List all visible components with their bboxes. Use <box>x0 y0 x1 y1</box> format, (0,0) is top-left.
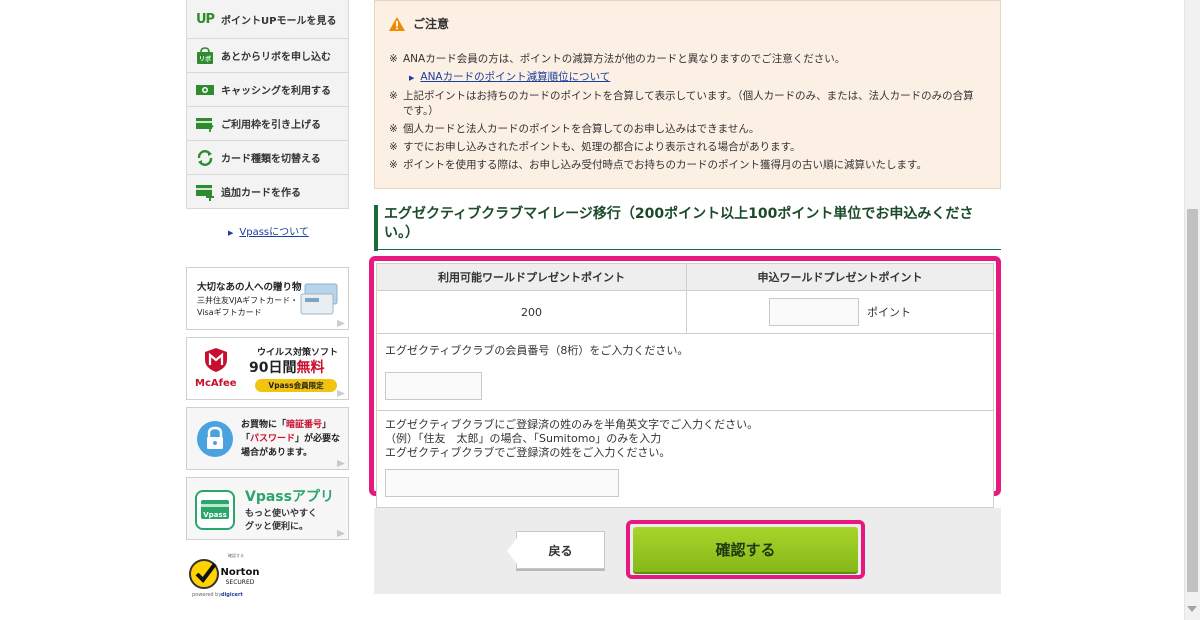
banner-corner-icon <box>337 530 345 537</box>
sidebar-item-label: 追加カードを作る <box>221 188 301 199</box>
surname-label-2: （例）「住友 太郎」の場合、「Sumitomo」のみを入力 <box>385 432 662 445</box>
sidebar-item-cashing[interactable]: キャッシングを利用する <box>187 72 348 106</box>
triangle-right-icon: ▶ <box>228 229 234 237</box>
banner-days: 90日間無料 <box>249 360 325 376</box>
confirm-highlight-frame: 確認する <box>626 520 865 579</box>
sidebar-item-label: ポイントUPモールを見る <box>221 15 337 27</box>
banner-text: グッと便利に。 <box>245 522 309 532</box>
up-text-icon: UP <box>195 11 215 27</box>
column-header-apply-points: 申込ワールドプレゼントポイント <box>686 263 994 291</box>
notice-item: ※ ANAカード会員の方は、ポイントの減算方法が他のカードと異なりますのでご注意く… <box>389 53 846 65</box>
svg-text:Norton: Norton <box>221 567 260 578</box>
banner-text: お買物に「暗証番号」 「パスワード」が必要な 場合があります。 <box>241 420 341 458</box>
svg-text:Vpass: Vpass <box>203 511 227 519</box>
card-up-arrow-icon <box>195 115 215 133</box>
surname-input[interactable] <box>385 469 619 497</box>
back-button[interactable]: 戻る <box>507 531 605 569</box>
sidebar-item-revolving[interactable]: リボ あとからリボを申し込む <box>187 38 348 72</box>
norton-secured-seal[interactable]: 確認する Norton SECURED powered by digicert <box>188 551 268 601</box>
sidebar-item-point-up-mall[interactable]: UP ポイントUPモールを見る <box>187 0 348 38</box>
svg-text:powered by: powered by <box>192 592 221 598</box>
available-points-value: 200 <box>376 290 687 334</box>
apply-points-input[interactable] <box>769 298 859 326</box>
vpass-app-title: Vpassアプリ <box>245 489 334 505</box>
sidebar-item-switch-card[interactable]: カード種類を切替える <box>187 140 348 174</box>
section-title: エグゼクティブクラブマイレージ移行（200ポイント以上100ポイント単位でお申込… <box>374 205 1001 251</box>
vpass-about-link-row: ▶ Vpassについて <box>186 223 349 238</box>
confirm-button[interactable]: 確認する <box>633 527 858 572</box>
ana-link-row: ▶ ANAカードのポイント減算順位について <box>389 70 986 86</box>
mileage-transfer-table: 利用可能ワールドプレゼントポイント 申込ワールドプレゼントポイント 200 ポイ… <box>376 263 994 508</box>
surname-label-3: エグゼクティブクラブでご登録済の姓をご入力ください。 <box>385 446 671 459</box>
mcafee-shield-icon <box>205 348 227 372</box>
banner-corner-icon <box>337 390 345 397</box>
banner-text: 三井住友VJAギフトカード・ <box>197 296 299 305</box>
button-area: 戻る 確認する <box>374 508 1001 594</box>
section-divider <box>374 249 1001 250</box>
gift-cards-image <box>300 283 338 315</box>
confirm-button-label: 確認する <box>715 541 776 559</box>
member-number-row: エグゼクティブクラブの会員番号（8桁）をご入力ください。 <box>376 333 994 411</box>
password-notice-banner[interactable]: お買物に「暗証番号」 「パスワード」が必要な 場合があります。 <box>186 407 349 470</box>
mcafee-brand: McAfee <box>195 378 237 389</box>
column-header-available-points: 利用可能ワールドプレゼントポイント <box>376 263 687 291</box>
sidebar: UP ポイントUPモールを見る リボ あとからリボを申し込む キャッシングを利用… <box>186 0 349 238</box>
sidebar-menu: UP ポイントUPモールを見る リボ あとからリボを申し込む キャッシングを利用… <box>186 0 349 209</box>
ana-point-order-link[interactable]: ANAカードのポイント減算順位について <box>420 71 610 83</box>
sidebar-item-add-card[interactable]: 追加カードを作る <box>187 174 348 208</box>
vpass-member-badge: Vpass会員限定 <box>255 379 337 392</box>
triangle-right-icon: ▶ <box>409 74 415 82</box>
notice-list: ※ ANAカード会員の方は、ポイントの減算方法が他のカードと異なりますのでご注意く… <box>389 52 986 173</box>
banner-text: 大切なあの人への贈り物 <box>197 282 302 293</box>
notice-title: ご注意 <box>413 17 450 31</box>
banner-corner-icon <box>337 460 345 467</box>
surname-row: エグゼクティブクラブにご登録済の姓のみを半角英文字でご入力ください。 （例）「住… <box>376 410 994 508</box>
lock-icon <box>197 421 233 457</box>
svg-text:確認する: 確認する <box>228 552 244 558</box>
points-unit-label: ポイント <box>867 306 911 319</box>
notice-item: ※ ポイントを使用する際は、お申し込み受付時点でお持ちのカードのポイント獲得月の古… <box>389 159 927 171</box>
svg-text:SECURED: SECURED <box>226 579 255 586</box>
sidebar-item-label: カード種類を切替える <box>221 154 321 165</box>
sidebar-item-raise-limit[interactable]: ご利用枠を引き上げる <box>187 106 348 140</box>
notice-item: ※ 個人カードと法人カードのポイントを合算してのお申し込みはできません。 <box>389 123 760 135</box>
sidebar-item-label: ご利用枠を引き上げる <box>221 120 321 131</box>
surname-label-1: エグゼクティブクラブにご登録済の姓のみを半角英文字でご入力ください。 <box>385 418 759 431</box>
member-number-label: エグゼクティブクラブの会員番号（8桁）をご入力ください。 <box>385 344 689 357</box>
norton-check-icon: 確認する Norton SECURED powered by digicert <box>189 552 260 598</box>
svg-text:リボ: リボ <box>199 55 211 63</box>
banner-text: もっと使いやすく <box>245 509 318 519</box>
card-plus-icon <box>195 183 215 201</box>
member-number-input[interactable] <box>385 372 482 400</box>
mcafee-banner[interactable]: McAfee ウイルス対策ソフト 90日間無料 Vpass会員限定 <box>186 337 349 400</box>
back-arrow-icon <box>507 538 517 564</box>
gift-card-banner[interactable]: 大切なあの人への贈り物 三井住友VJAギフトカード・ Visaギフトカード <box>186 267 349 330</box>
svg-text:digicert: digicert <box>221 592 243 598</box>
scrollbar-thumb[interactable] <box>1187 209 1198 592</box>
shopping-bag-icon: リボ <box>195 46 215 65</box>
notice-item: ※ 上記ポイントはお持ちのカードのポイントを合算して表示しています。（個人カードの… <box>389 90 974 117</box>
switch-arrows-icon <box>195 149 215 167</box>
warning-icon <box>389 16 405 31</box>
cash-icon <box>195 81 215 99</box>
sidebar-item-label: あとからリボを申し込む <box>221 52 331 63</box>
apply-points-cell: ポイント <box>686 290 994 334</box>
notice-box: ご注意 ※ ANAカード会員の方は、ポイントの減算方法が他のカードと異なりますので… <box>374 0 1001 189</box>
scroll-down-arrow-icon[interactable] <box>1187 606 1197 612</box>
page: UP ポイントUPモールを見る リボ あとからリボを申し込む キャッシングを利用… <box>0 0 1200 620</box>
vpass-app-icon: Vpass <box>195 490 235 530</box>
sidebar-item-label: キャッシングを利用する <box>221 86 331 97</box>
banner-corner-icon <box>337 320 345 327</box>
vpass-app-banner[interactable]: Vpass Vpassアプリ もっと使いやすく グッと便利に。 <box>186 477 349 540</box>
vpass-about-link[interactable]: Vpassについて <box>239 227 308 238</box>
notice-item: ※ すでにお申し込みされたポイントも、処理の都合により表示される場合があります。 <box>389 141 801 153</box>
back-button-label: 戻る <box>548 543 573 558</box>
banner-text: Visaギフトカード <box>197 308 262 317</box>
notice-heading: ご注意 <box>389 15 986 32</box>
